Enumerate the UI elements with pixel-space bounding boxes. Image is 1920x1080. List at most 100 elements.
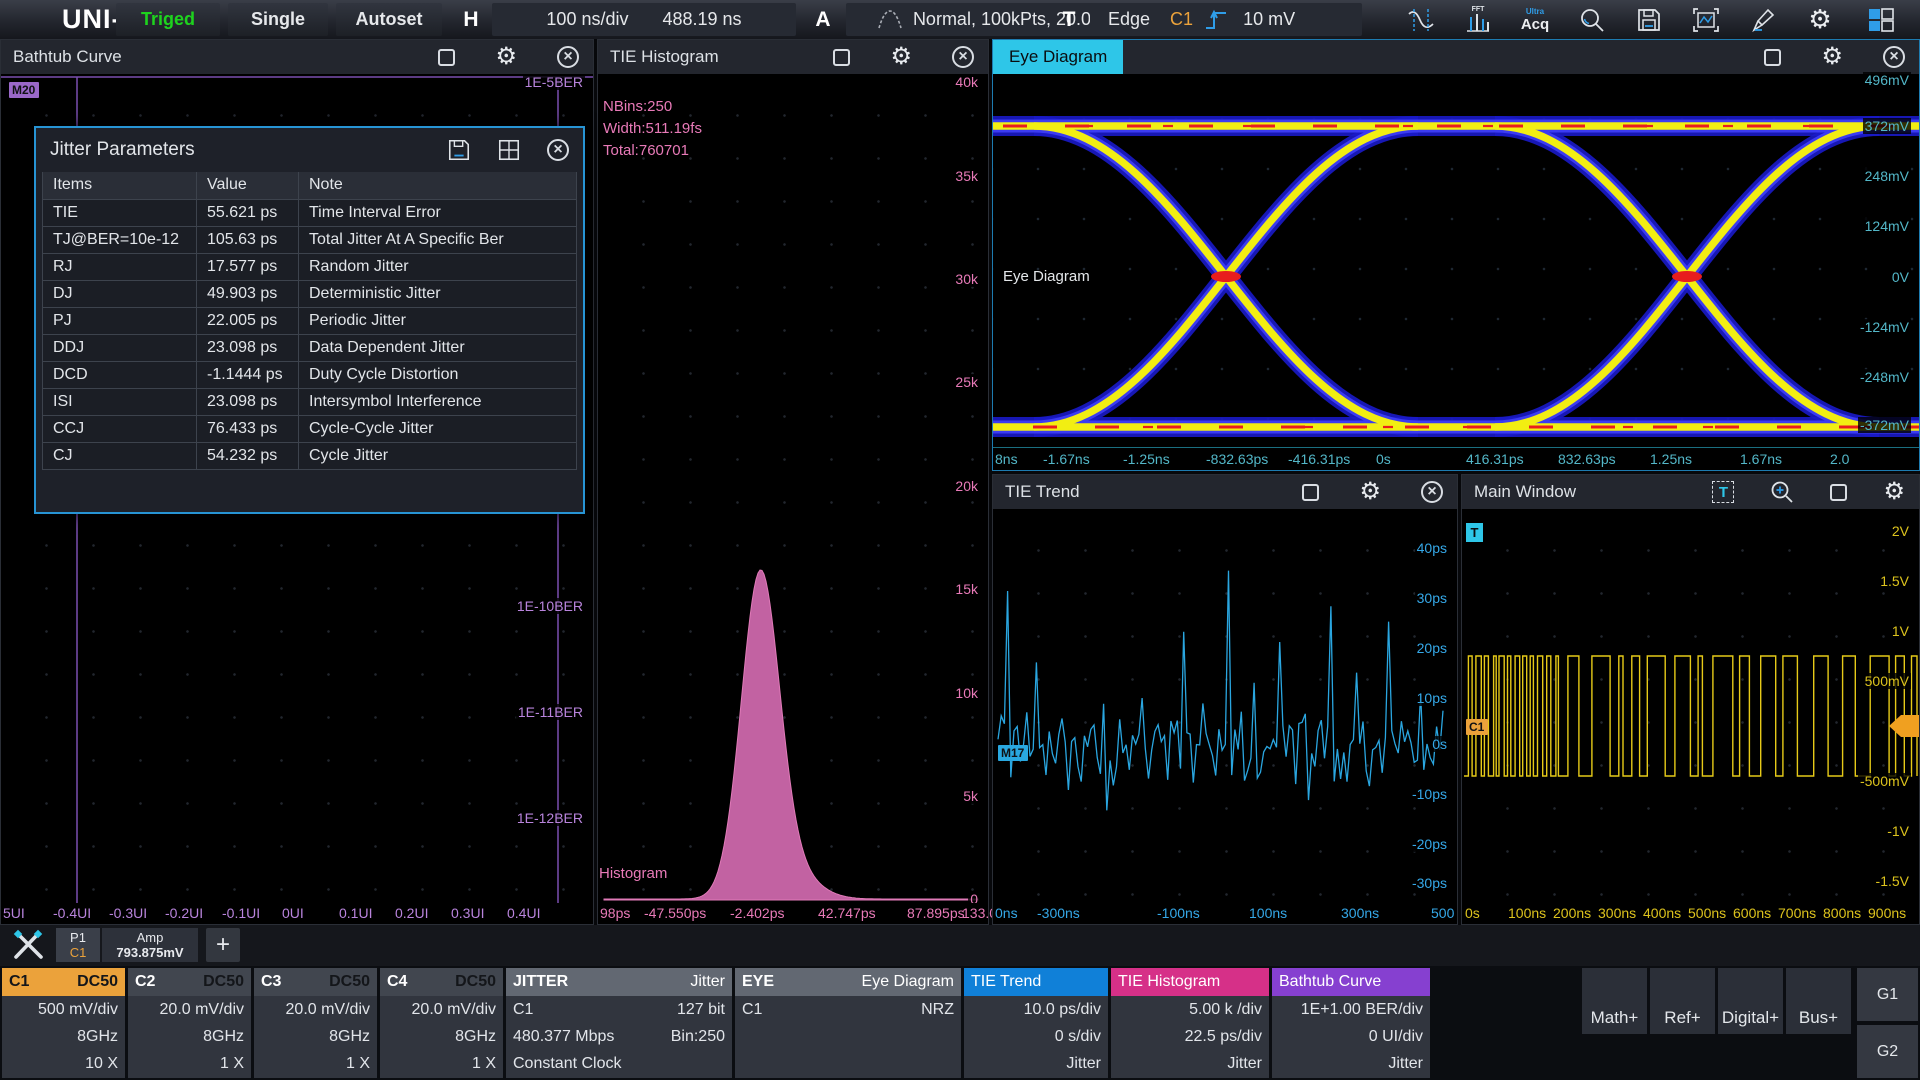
trigger-type: Edge [1108,9,1150,30]
axis-label: -124mV [1858,319,1911,335]
channel-status-box-c1[interactable]: C1DC50500 mV/div8GHz10 X [2,968,125,1078]
table-view-icon[interactable] [497,138,521,162]
measure-tools-icon[interactable] [10,929,48,963]
panel-checkbox[interactable] [1764,49,1781,66]
mode-status-box[interactable]: Bathtub Curve1E+1.00 BER/div0 UI/divJitt… [1272,968,1430,1078]
panel-checkbox[interactable] [833,49,850,66]
panel-close-icon[interactable]: × [1421,481,1443,503]
panel-close-icon[interactable]: × [952,46,974,68]
timebase-panel[interactable]: 100 ns/div 488.19 ns [492,3,796,36]
eye-status-box[interactable]: EYE Eye Diagram C1NRZ [735,968,961,1078]
ref-button[interactable]: Ref+ [1650,968,1715,1034]
table-cell: RJ [43,253,197,280]
acquire-key[interactable]: A [802,3,844,36]
panel-checkbox[interactable] [1830,484,1847,501]
channel-status-box-c3[interactable]: C3DC5020.0 mV/div8GHz1 X [254,968,377,1078]
math-button[interactable]: Math+ [1582,968,1647,1034]
panel-gear-icon[interactable]: ⚙ [495,47,517,67]
column-header: Value [197,172,299,199]
table-row[interactable]: PJ22.005 psPeriodic Jitter [43,307,577,334]
trigger-position-icon[interactable]: T [1712,481,1734,503]
trigger-status-button[interactable]: Triged [116,3,220,36]
axis-label: 15k [953,581,980,597]
eye-plot[interactable]: Eye Diagram 496mV372mV248mV124mV0V-124mV… [993,74,1919,448]
save-icon[interactable] [1626,2,1672,37]
window-layout-icon[interactable] [1858,2,1904,37]
panel-close-icon[interactable]: × [1883,46,1905,68]
zoom-in-icon[interactable] [1770,480,1794,504]
add-measurement-button[interactable]: + [206,928,240,962]
table-cell: Deterministic Jitter [299,280,577,307]
table-row[interactable]: DJ49.903 psDeterministic Jitter [43,280,577,307]
channel-name: C1 [9,973,29,991]
trend-plot[interactable]: M17 40ps30ps20ps10ps0s-10ps-20ps-30ps [993,509,1457,903]
main-window-plot[interactable]: T C1 2V1.5V1V500mV-500mV-1V-1.5V [1462,509,1919,903]
dialog-header[interactable]: Jitter Parameters × [36,128,583,172]
mode-setting: Jitter [1388,1055,1423,1073]
panel-gear-icon[interactable]: ⚙ [1359,482,1381,502]
table-row[interactable]: TIE55.621 psTime Interval Error [43,199,577,226]
table-row[interactable]: TJ@BER=10e-12105.63 psTotal Jitter At A … [43,226,577,253]
digital-button[interactable]: Digital+ [1718,968,1783,1034]
timebase-value: 100 ns/div [546,9,628,30]
trigger-key[interactable]: T [1048,3,1090,36]
table-cell: CCJ [43,415,197,442]
axis-label: -0.4UI [53,905,91,921]
table-row[interactable]: RJ17.577 psRandom Jitter [43,253,577,280]
panel-gear-icon[interactable]: ⚙ [1883,482,1905,502]
histogram-plot[interactable]: NBins:250 Width:511.19fs Total:760701 Hi… [598,74,988,903]
horizontal-key[interactable]: H [450,3,492,36]
axis-label: 1.67ns [1740,451,1782,467]
axis-label: 20ps [1415,640,1449,656]
table-cell: 23.098 ps [197,334,299,361]
axis-label: -0.3UI [109,905,147,921]
table-row[interactable]: ISI23.098 psIntersymbol Interference [43,388,577,415]
histogram-footer-label: Histogram [599,865,667,882]
jitter-status-box[interactable]: JITTER Jitter C1127 bit 480.377 MbpsBin:… [506,968,732,1078]
cursor-measure-icon[interactable] [1398,2,1444,37]
g1-button[interactable]: G1 [1857,968,1918,1021]
axis-label: -248mV [1858,369,1911,385]
screenshot-icon[interactable] [1683,2,1729,37]
table-cell: 22.005 ps [197,307,299,334]
main-x-axis: 0s100ns200ns300ns400ns500ns600ns700ns800… [1462,903,1919,924]
panel-close-icon[interactable]: × [557,46,579,68]
axis-label: 40k [953,74,980,90]
mode-status-box[interactable]: TIE Histogram5.00 k /div22.5 ps/divJitte… [1111,968,1269,1078]
panel-gear-icon[interactable]: ⚙ [890,47,912,67]
eye-diagram-tab[interactable]: Eye Diagram [993,40,1123,74]
mode-status-box[interactable]: TIE Trend10.0 ps/div0 s/divJitter [964,968,1108,1078]
channel-status-box-c4[interactable]: C4DC5020.0 mV/div8GHz1 X [380,968,503,1078]
autoset-button[interactable]: Autoset [336,3,442,36]
single-button[interactable]: Single [228,3,328,36]
search-icon[interactable] [1569,2,1615,37]
trigger-time-marker[interactable]: T [1466,523,1483,542]
table-row[interactable]: DDJ23.098 psData Dependent Jitter [43,334,577,361]
trigger-panel[interactable]: Edge C1 10 mV [1090,3,1362,36]
tie-trend-panel: TIE Trend ⚙ × M17 40ps30ps20ps10ps0s-10p… [992,474,1458,925]
bus-button[interactable]: Bus+ [1786,968,1851,1034]
fft-icon[interactable]: FFT [1455,2,1501,37]
measurement-p1-value[interactable]: Amp 793.875mV [102,928,198,962]
eye-panel-header: Eye Diagram ⚙ × [993,40,1919,74]
top-toolbar: UNI-T Triged Single Autoset H 100 ns/div… [0,0,1920,39]
panel-checkbox[interactable] [438,49,455,66]
table-cell: 105.63 ps [197,226,299,253]
settings-gear-icon[interactable]: ⚙ [1797,2,1843,37]
ultra-acq-icon[interactable]: Ultra Acq [1512,2,1558,37]
measurement-p1-source[interactable]: P1 C1 [56,928,100,962]
axis-label: -2.402ps [730,905,784,921]
table-row[interactable]: CCJ76.433 psCycle-Cycle Jitter [43,415,577,442]
axis-label: -47.550ps [644,905,706,921]
channel-status-box-c2[interactable]: C2DC5020.0 mV/div8GHz1 X [128,968,251,1078]
save-icon[interactable] [447,138,471,162]
g2-button[interactable]: G2 [1857,1025,1918,1078]
axis-label: 20k [953,478,980,494]
dialog-close-icon[interactable]: × [547,139,569,161]
clear-brush-icon[interactable] [1740,2,1786,37]
panel-gear-icon[interactable]: ⚙ [1821,47,1843,67]
table-row[interactable]: CJ54.232 psCycle Jitter [43,442,577,469]
table-row[interactable]: DCD-1.1444 psDuty Cycle Distortion [43,361,577,388]
axis-label: 100ns [1508,905,1546,921]
panel-checkbox[interactable] [1302,484,1319,501]
